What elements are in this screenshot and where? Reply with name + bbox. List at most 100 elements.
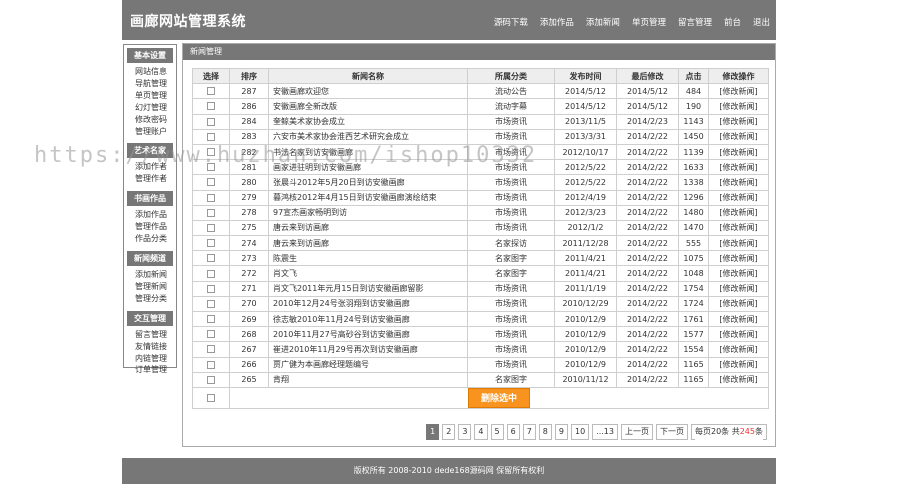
edit-news-link[interactable]: [修改新闻]: [708, 219, 769, 237]
row-checkbox[interactable]: [207, 102, 215, 111]
edit-news-link[interactable]: [修改新闻]: [708, 295, 769, 313]
top-nav-link[interactable]: 前台: [724, 16, 741, 28]
sidebar-item[interactable]: 单页管理: [135, 90, 176, 102]
row-checkbox[interactable]: [207, 193, 215, 202]
category-cell: 市场资讯: [467, 204, 555, 221]
sidebar-item[interactable]: 修改密码: [135, 114, 176, 126]
sidebar-item[interactable]: 添加作者: [135, 161, 176, 173]
select-cell: [192, 295, 230, 313]
table-row: 286 安徽画廊全新改版 流动字幕 2014/5/12 2014/5/12 190 [修改新…: [192, 98, 769, 115]
edit-news-link[interactable]: [修改新闻]: [708, 310, 769, 328]
page-link[interactable]: 3: [458, 424, 472, 440]
edit-news-link[interactable]: [修改新闻]: [708, 235, 769, 252]
top-nav-link[interactable]: 单页管理: [632, 16, 666, 28]
row-checkbox[interactable]: [207, 87, 215, 96]
sidebar-item[interactable]: 订单管理: [135, 364, 176, 376]
table-row: 267 崔进2010年11月29号再次到访安徽画廊 市场资讯 2010/12/9 201…: [192, 341, 769, 358]
next-page-button[interactable]: 下一页: [655, 424, 688, 440]
row-checkbox[interactable]: [207, 148, 215, 157]
top-nav-link[interactable]: 留言管理: [678, 16, 712, 28]
page-link[interactable]: ...13: [592, 424, 618, 440]
edit-news-link[interactable]: [修改新闻]: [708, 371, 769, 388]
page-link[interactable]: 2: [442, 424, 456, 440]
row-checkbox[interactable]: [207, 315, 215, 324]
sidebar-item[interactable]: 添加作品: [135, 209, 176, 221]
edit-news-link[interactable]: [修改新闻]: [708, 265, 769, 282]
top-nav-link[interactable]: 添加新闻: [586, 16, 620, 28]
edit-news-link[interactable]: [修改新闻]: [708, 250, 769, 267]
row-checkbox[interactable]: [207, 208, 215, 217]
edit-news-link[interactable]: [修改新闻]: [708, 326, 769, 343]
select-all-checkbox[interactable]: [207, 393, 215, 402]
row-checkbox[interactable]: [207, 163, 215, 172]
sidebar-item[interactable]: 作品分类: [135, 233, 176, 245]
edit-news-link[interactable]: [修改新闻]: [708, 189, 769, 206]
sidebar-item[interactable]: 友情链接: [135, 341, 176, 353]
sidebar-item[interactable]: 添加新闻: [135, 269, 176, 281]
row-checkbox[interactable]: [207, 375, 215, 384]
page-link[interactable]: 7: [522, 424, 536, 440]
row-checkbox[interactable]: [207, 330, 215, 339]
select-cell: [192, 371, 230, 388]
category-cell: 市场资讯: [467, 189, 555, 206]
sidebar-item[interactable]: 内链管理: [135, 353, 176, 365]
publish-date-cell: 2011/12/28: [554, 235, 617, 252]
per-page-suffix: 条: [755, 425, 763, 441]
edit-news-link[interactable]: [修改新闻]: [708, 98, 769, 115]
page-link[interactable]: 9: [554, 424, 568, 440]
edit-news-link[interactable]: [修改新闻]: [708, 356, 769, 373]
row-checkbox[interactable]: [207, 284, 215, 293]
row-checkbox[interactable]: [207, 223, 215, 232]
edit-news-link[interactable]: [修改新闻]: [708, 83, 769, 100]
edit-news-link[interactable]: [修改新闻]: [708, 280, 769, 297]
row-checkbox[interactable]: [207, 132, 215, 141]
sidebar-item[interactable]: 留言管理: [135, 329, 176, 341]
edit-news-link[interactable]: [修改新闻]: [708, 143, 769, 161]
sidebar-item[interactable]: 管理作者: [135, 173, 176, 185]
sidebar-item[interactable]: 管理分类: [135, 293, 176, 305]
page-link[interactable]: 8: [538, 424, 552, 440]
page-link[interactable]: 6: [506, 424, 520, 440]
sidebar-item[interactable]: 管理账户: [135, 126, 176, 138]
page-link[interactable]: 5: [490, 424, 504, 440]
top-nav-link[interactable]: 退出: [753, 16, 770, 28]
edit-news-link[interactable]: [修改新闻]: [708, 128, 769, 145]
panel-title: 新闻管理: [183, 44, 775, 60]
news-title-cell: 张晨斗2012年5月20日到访安徽画廊: [268, 174, 468, 191]
news-title-cell: 安徽画廊全新改版: [268, 98, 468, 115]
row-checkbox[interactable]: [207, 117, 215, 126]
sidebar-item[interactable]: 网站信息: [135, 66, 176, 78]
sidebar-item[interactable]: 导航管理: [135, 78, 176, 90]
page-link[interactable]: 4: [474, 424, 488, 440]
prev-page-button[interactable]: 上一页: [620, 424, 653, 440]
page-link[interactable]: 1: [426, 424, 440, 440]
category-cell: 流动公告: [467, 83, 555, 100]
clicks-cell: 1165: [678, 371, 709, 388]
edit-news-link[interactable]: [修改新闻]: [708, 204, 769, 221]
select-cell: [192, 310, 230, 328]
news-table: 选择 排序 新闻名称 所属分类 发布时间 最后修改 点击 修改操作 287 安徽画廊欢迎您 流动公…: [192, 67, 769, 409]
clicks-cell: 1143: [678, 113, 709, 130]
top-nav-link[interactable]: 添加作品: [540, 16, 574, 28]
page-link[interactable]: 10: [570, 424, 590, 440]
row-checkbox[interactable]: [207, 254, 215, 263]
category-cell: 市场资讯: [467, 341, 555, 358]
top-nav-link[interactable]: 源码下载: [494, 16, 528, 28]
sidebar-group: 基本设置 网站信息 导航管理 单页管理 幻灯管理 修改密码 管理账户: [124, 48, 176, 141]
clicks-cell: 1165: [678, 356, 709, 373]
edit-news-link[interactable]: [修改新闻]: [708, 159, 769, 176]
sidebar-item[interactable]: 幻灯管理: [135, 102, 176, 114]
delete-selected-button[interactable]: 删除选中: [468, 388, 530, 408]
edit-news-link[interactable]: [修改新闻]: [708, 174, 769, 191]
row-checkbox[interactable]: [207, 178, 215, 187]
clicks-cell: 1296: [678, 189, 709, 206]
row-checkbox[interactable]: [207, 269, 215, 278]
edit-news-link[interactable]: [修改新闻]: [708, 341, 769, 358]
sidebar-item[interactable]: 管理作品: [135, 221, 176, 233]
sidebar-item[interactable]: 管理新闻: [135, 281, 176, 293]
row-checkbox[interactable]: [207, 299, 215, 308]
row-checkbox[interactable]: [207, 360, 215, 369]
row-checkbox[interactable]: [207, 239, 215, 248]
edit-news-link[interactable]: [修改新闻]: [708, 113, 769, 130]
row-checkbox[interactable]: [207, 345, 215, 354]
